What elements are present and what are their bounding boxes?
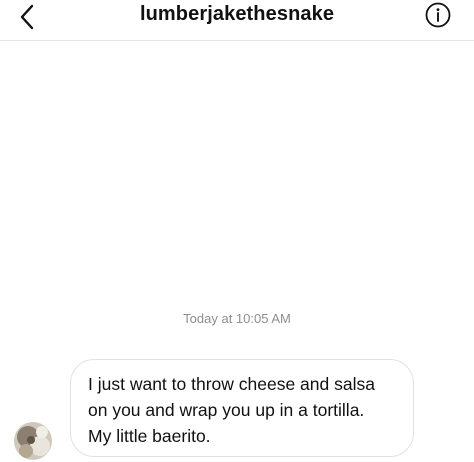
avatar-photo xyxy=(14,422,52,460)
dm-thread-screen: lumberjakethesnake Today at 10:05 AM I j… xyxy=(0,0,474,462)
message-timestamp: Today at 10:05 AM xyxy=(183,311,291,326)
message-bubble[interactable]: I just want to throw cheese and salsa on… xyxy=(70,359,414,457)
thread-title[interactable]: lumberjakethesnake xyxy=(0,3,474,26)
thread-header: lumberjakethesnake xyxy=(0,0,474,41)
info-button[interactable] xyxy=(424,1,452,29)
info-icon xyxy=(425,2,451,28)
sender-avatar[interactable] xyxy=(14,422,52,460)
